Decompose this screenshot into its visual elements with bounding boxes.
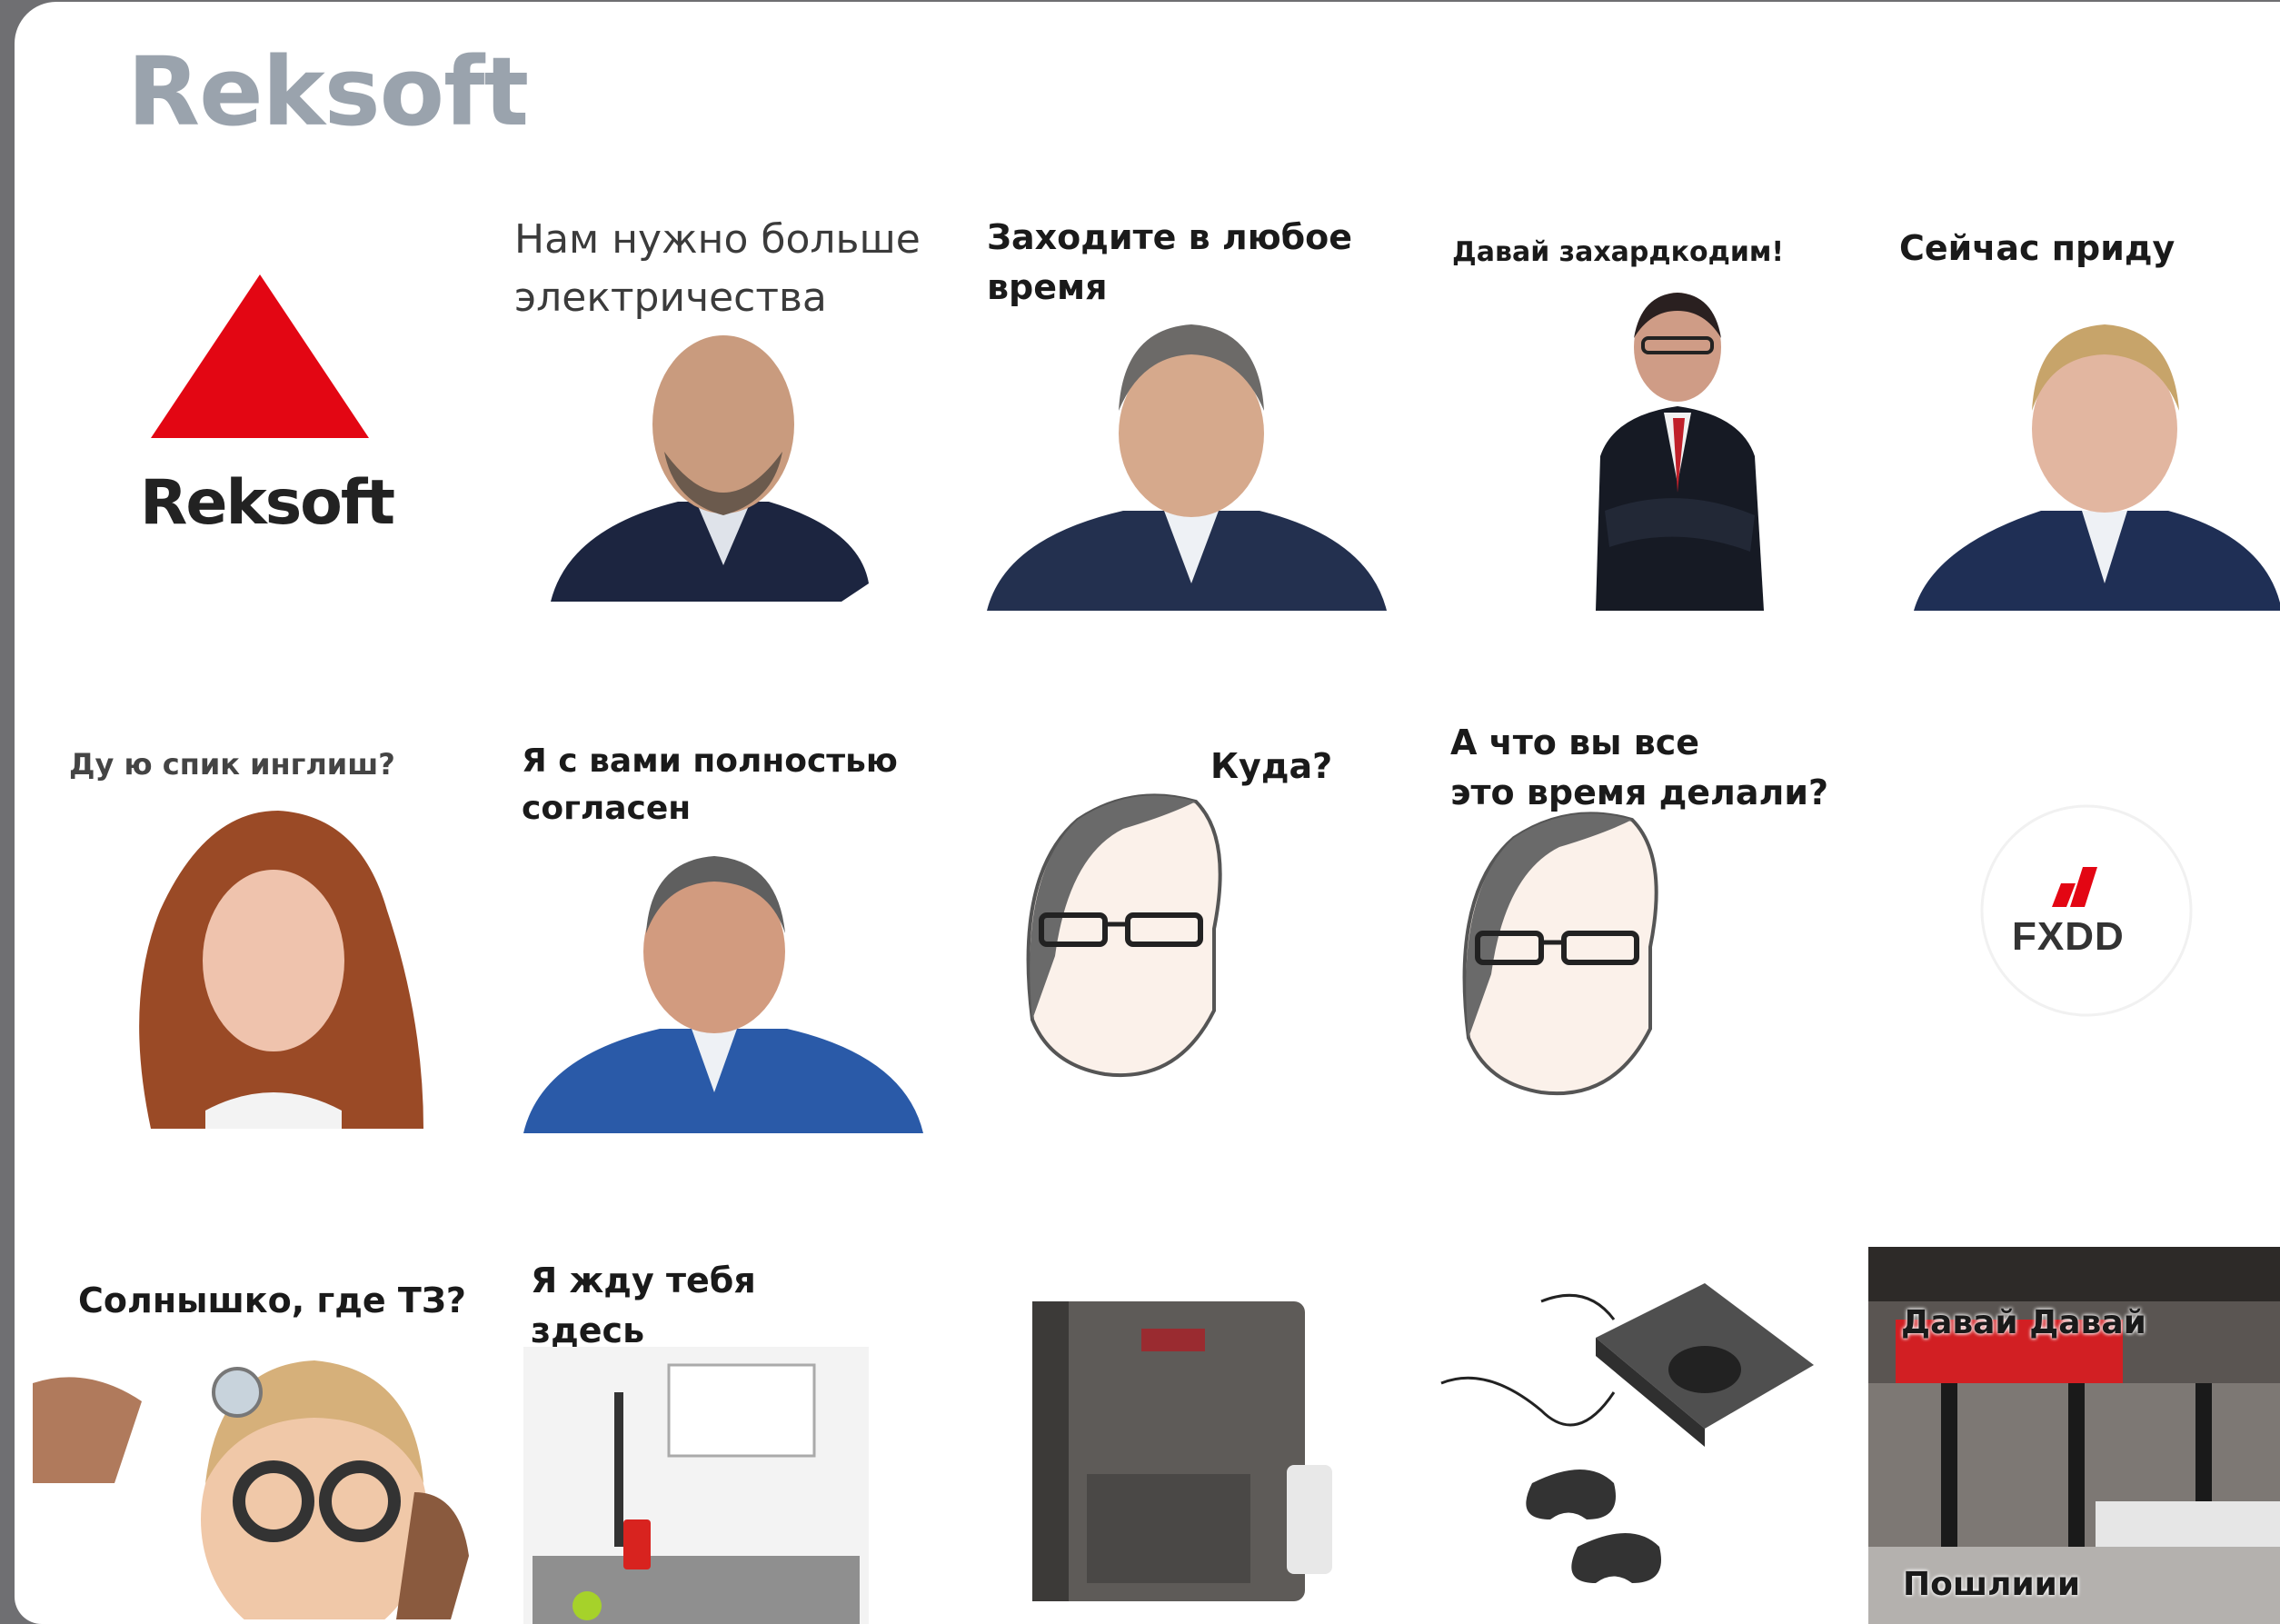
sticker-caption: Давай Давай (1901, 1304, 2146, 1341)
sticker-reksoft-logo[interactable]: Reksoft (114, 229, 405, 556)
man-portrait-image (987, 324, 1387, 611)
sticker-completely-agree[interactable]: Я с вами полностью согласен (505, 729, 932, 1147)
cartoon-face-image (1026, 793, 1222, 1078)
pack-title: Reksoft (127, 36, 529, 147)
child-eye-exam-image (33, 1360, 469, 1619)
sticker-where-to[interactable]: Куда? (996, 729, 1405, 1111)
woman-portrait-image (139, 811, 423, 1129)
sticker-fxdd-logo[interactable]: FXDD (1977, 802, 2195, 1020)
reksoft-logo-text: Reksoft (140, 467, 395, 539)
game-console-image (1440, 1283, 1814, 1583)
man-crossed-arms-image (1596, 293, 1764, 611)
cartoon-face-image (1462, 812, 1658, 1096)
sticker-coffee-machine[interactable] (1014, 1283, 1378, 1619)
fxdd-stripes-icon (1980, 804, 2193, 1017)
man-portrait-image (551, 335, 869, 602)
man-portrait-image (523, 856, 923, 1133)
coffee-machine-image (1032, 1301, 1332, 1601)
sticker-game-console[interactable] (1432, 1265, 1841, 1619)
man-portrait-image (1914, 324, 2280, 611)
sticker-caption-bottom: Пошлиии (1903, 1566, 2081, 1603)
sticker-pack-panel: Reksoft Reksoft Нам нужно больше электри… (15, 2, 2280, 1624)
sticker-come-anytime[interactable]: Заходите в любое время (969, 202, 1405, 620)
sticker-do-you-speak-english[interactable]: Ду ю спик инглиш? (69, 729, 469, 1147)
sticker-more-electricity[interactable]: Нам нужно больше электричества (496, 202, 932, 620)
sticker-where-is-spec[interactable]: Солнышко, где ТЗ? (33, 1256, 487, 1619)
sticker-waiting-for-you[interactable]: Я жду тебя здесь (514, 1247, 878, 1624)
sticker-be-right-back[interactable]: Сейчас приду (1896, 211, 2280, 620)
office-corner-image (523, 1347, 869, 1624)
sticker-lets-hardcode[interactable]: Давай захардкодим! (1432, 211, 1868, 620)
fxdd-logo-text: FXDD (2012, 914, 2125, 959)
sticker-what-were-you-doing[interactable]: А что вы все это время делали? (1432, 711, 1868, 1129)
sticker-come-on-lets-go[interactable]: Давай Давай Пошлиии (1868, 1247, 2280, 1624)
